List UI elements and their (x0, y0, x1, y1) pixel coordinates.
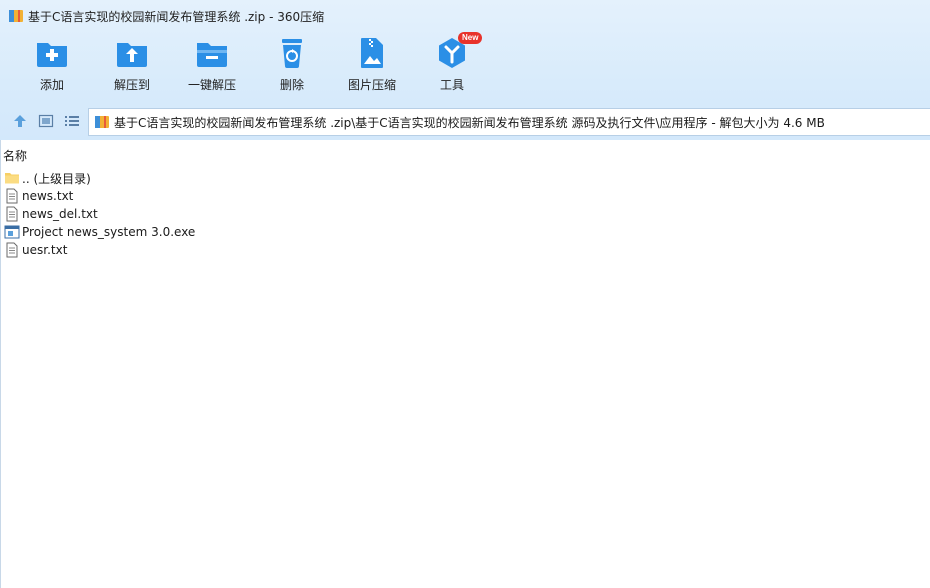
view-thumbnail-icon[interactable] (38, 113, 54, 129)
address-bar[interactable]: 基于C语言实现的校园新闻发布管理系统 .zip\基于C语言实现的校园新闻发布管理… (88, 108, 930, 136)
list-item[interactable]: Project news_system 3.0.exe (4, 223, 195, 241)
folder-icon (5, 173, 19, 184)
top-ribbon: 基于C语言实现的校园新闻发布管理系统 .zip - 360压缩 添加 解压到 一… (0, 0, 930, 140)
add-label: 添加 (39, 78, 64, 92)
one-click-extract-icon (197, 43, 227, 67)
file-name: Project news_system 3.0.exe (22, 225, 196, 239)
list-item[interactable]: uesr.txt (4, 241, 195, 259)
list-item[interactable]: news_del.txt (4, 205, 195, 223)
extract-to-icon (117, 43, 147, 67)
title-bar: 基于C语言实现的校园新闻发布管理系统 .zip - 360压缩 (0, 0, 930, 32)
extract-to-button[interactable]: 解压到 (92, 36, 172, 98)
window-title: 基于C语言实现的校园新闻发布管理系统 .zip - 360压缩 (28, 10, 325, 24)
file-name: .. (上级目录) (22, 171, 91, 186)
file-name: uesr.txt (22, 243, 68, 257)
one-click-extract-button[interactable]: 一键解压 (172, 36, 252, 98)
text-file-icon (6, 242, 18, 258)
list-item[interactable]: .. (上级目录) (4, 169, 195, 187)
file-name: news_del.txt (22, 207, 98, 221)
image-compress-button[interactable]: 图片压缩 (332, 36, 412, 98)
delete-label: 删除 (279, 78, 304, 92)
archive-app-icon (95, 116, 109, 128)
delete-button[interactable]: 删除 (252, 36, 332, 98)
up-arrow-icon[interactable] (12, 113, 28, 129)
file-list: .. (上级目录) news.txt news_del.txt Project … (4, 169, 195, 259)
image-compress-label: 图片压缩 (347, 78, 396, 92)
tools-button[interactable]: New 工具 (412, 32, 492, 98)
exe-file-icon (4, 225, 20, 239)
view-list-icon[interactable] (64, 113, 80, 129)
address-path: 基于C语言实现的校园新闻发布管理系统 .zip\基于C语言实现的校园新闻发布管理… (114, 115, 825, 130)
recycle-bin-icon (282, 39, 302, 68)
one-click-extract-label: 一键解压 (187, 78, 236, 92)
new-badge: New (458, 32, 483, 44)
tools-label: 工具 (439, 78, 464, 92)
add-button[interactable]: 添加 (12, 36, 92, 98)
toolbar: 添加 解压到 一键解压 删除 图片压缩 New 工具 (0, 32, 930, 100)
archive-app-icon (9, 10, 23, 22)
column-header-name[interactable]: 名称 (3, 147, 27, 164)
image-compress-icon (361, 38, 383, 68)
add-folder-icon (37, 43, 67, 67)
file-list-area: 名称 .. (上级目录) news.txt news_del.txt Proje… (0, 140, 930, 588)
text-file-icon (6, 206, 18, 222)
navigation-row: 基于C语言实现的校园新闻发布管理系统 .zip\基于C语言实现的校园新闻发布管理… (0, 106, 930, 138)
text-file-icon (6, 188, 18, 204)
extract-to-label: 解压到 (113, 78, 150, 92)
file-name: news.txt (22, 189, 74, 203)
list-item[interactable]: news.txt (4, 187, 195, 205)
